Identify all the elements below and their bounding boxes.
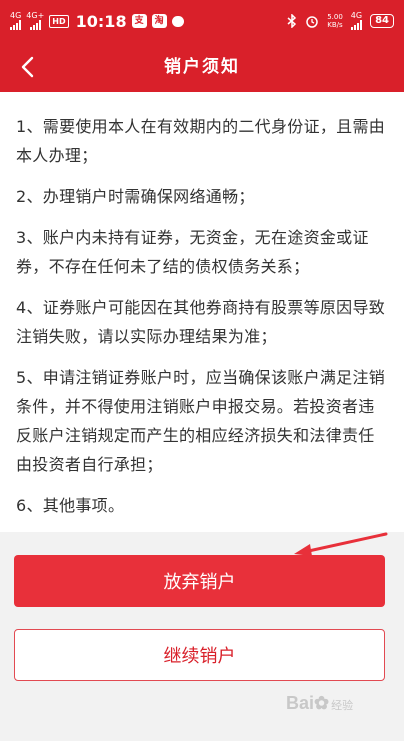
message-notification-icon	[171, 15, 184, 27]
continue-closing-button[interactable]: 继续销户	[14, 629, 385, 681]
network-speed: 5.00 KB/s	[327, 13, 343, 29]
page-title: 销户须知	[164, 57, 240, 77]
annotation-arrow-icon	[294, 532, 388, 556]
clock: 10:18	[75, 11, 127, 31]
paw-icon: ✿	[314, 693, 330, 713]
signal-2-icon: 4G+	[26, 12, 44, 30]
alarm-icon	[306, 16, 318, 28]
notice-panel: 1、需要使用本人在有效期内的二代身份证，且需由本人办理； 2、办理销户时需确保网…	[0, 92, 404, 532]
hd-badge: HD	[49, 14, 69, 28]
status-right: 5.00 KB/s 4G 84	[287, 12, 394, 30]
notice-item: 2、办理销户时需确保网络通畅；	[16, 187, 255, 206]
abandon-closing-button[interactable]: 放弃销户	[14, 555, 385, 607]
baidu-watermark: Bai✿ 经验	[286, 693, 354, 713]
signal-3-icon: 4G	[351, 12, 362, 30]
battery-icon: 84	[370, 14, 394, 28]
network-type-1: 4G	[10, 11, 22, 20]
notice-item: 5、申请注销证券账户时，应当确保该账户满足注销条件，并不得使用注销账户申报交易。…	[16, 368, 386, 474]
chevron-left-icon	[21, 56, 34, 78]
taobao-notification-icon: 淘	[151, 14, 167, 28]
bluetooth-icon	[287, 14, 297, 28]
alipay-notification-icon: 支	[131, 14, 147, 28]
signal-1-icon: 4G	[10, 12, 21, 30]
notice-item: 6、其他事项。	[16, 496, 125, 515]
status-left: 4G 4G+ HD 10:18 支 淘	[10, 12, 184, 31]
notice-item: 1、需要使用本人在有效期内的二代身份证，且需由本人办理；	[16, 117, 386, 165]
status-bar: 4G 4G+ HD 10:18 支 淘 5.00 KB/s 4G 84	[0, 0, 404, 42]
notice-item: 3、账户内未持有证券，无资金，无在途资金或证券，不存在任何未了结的债权债务关系；	[16, 228, 369, 276]
nav-bar: 销户须知	[0, 42, 404, 92]
network-type-2: 4G+	[26, 11, 45, 20]
back-button[interactable]	[10, 50, 44, 84]
notice-item: 4、证券账户可能因在其他券商持有股票等原因导致注销失败，请以实际办理结果为准；	[16, 298, 386, 346]
